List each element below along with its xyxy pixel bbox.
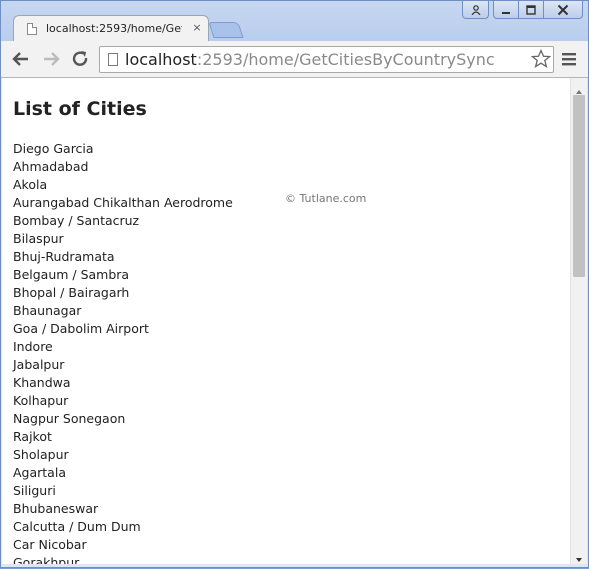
page-title: List of Cities (13, 98, 147, 120)
list-item: Belgaum / Sambra (13, 267, 130, 282)
list-item: Kolhapur (13, 393, 69, 408)
browser-tab[interactable]: localhost:2593/home/GetCitiesByCountrySy… (13, 15, 209, 42)
list-item: Jabalpur (13, 357, 65, 372)
watermark: © Tutlane.com (285, 192, 367, 205)
user-icon[interactable] (462, 1, 489, 19)
minimize-icon[interactable] (493, 1, 519, 19)
page-icon (108, 53, 118, 66)
list-item: Bhaunagar (13, 303, 82, 318)
star-icon[interactable] (530, 48, 552, 69)
list-item: Rajkot (13, 429, 52, 444)
list-item: Indore (13, 339, 53, 354)
address-bar[interactable]: localhost:2593/home/GetCitiesByCountrySy… (99, 46, 554, 73)
vertical-scrollbar[interactable] (570, 78, 587, 564)
list-item: Siliguri (13, 483, 56, 498)
maximize-icon[interactable] (518, 1, 544, 19)
list-item: Bhuj-Rudramata (13, 249, 115, 264)
close-icon[interactable]: × (190, 21, 204, 35)
page-icon (27, 23, 37, 35)
forward-icon[interactable] (41, 49, 61, 69)
menu-icon[interactable] (560, 50, 578, 68)
window-close-icon[interactable] (543, 1, 583, 19)
page-viewport: List of Cities Diego Garcia Ahmadabad Akol… (2, 78, 570, 564)
tab-strip: localhost:2593/home/GetCitiesByCountrySy… (1, 1, 588, 42)
list-item: Goa / Dabolim Airport (13, 321, 149, 336)
list-item: Bombay / Santacruz (13, 213, 140, 228)
list-item: Nagpur Sonegaon (13, 411, 126, 426)
list-item: Bhubaneswar (13, 501, 99, 516)
list-item: Diego Garcia (13, 141, 94, 156)
list-item: Car Nicobar (13, 537, 87, 552)
back-icon[interactable] (11, 49, 31, 69)
list-item: Agartala (13, 465, 66, 480)
browser-window: localhost:2593/home/GetCitiesByCountrySy… (0, 0, 589, 568)
list-item: Calcutta / Dum Dum (13, 519, 141, 534)
list-item: Bhopal / Bairagarh (13, 285, 130, 300)
tab-title: localhost:2593/home/GetCitiesByCountrySy… (46, 22, 182, 35)
list-item: Aurangabad Chikalthan Aerodrome (13, 195, 233, 210)
list-item: Gorakhpur (13, 555, 80, 564)
reload-icon[interactable] (70, 49, 90, 69)
city-list: Diego Garcia Ahmadabad Akola Aurangabad Chi… (13, 140, 233, 564)
scrollbar-thumb[interactable] (573, 95, 585, 277)
scroll-down-icon[interactable] (574, 550, 584, 562)
list-item: Sholapur (13, 447, 69, 462)
new-tab-button[interactable] (208, 22, 244, 38)
scroll-up-icon[interactable] (574, 82, 584, 94)
list-item: Akola (13, 177, 48, 192)
list-item: Bilaspur (13, 231, 64, 246)
list-item: Khandwa (13, 375, 71, 390)
list-item: Ahmadabad (13, 159, 89, 174)
url-text: localhost:2593/home/GetCitiesByCountrySy… (125, 50, 495, 69)
